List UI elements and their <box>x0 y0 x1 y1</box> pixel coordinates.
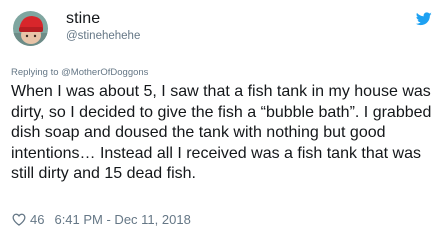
author-handle[interactable]: @stinehehehe <box>66 30 140 42</box>
twitter-bird-icon[interactable] <box>416 12 432 26</box>
avatar[interactable] <box>13 11 48 46</box>
heart-outline-icon[interactable] <box>12 213 26 226</box>
tweet-timestamp[interactable]: 6:41 PM - Dec 11, 2018 <box>54 212 190 227</box>
reply-context[interactable]: Replying to @MotherOfDoggons <box>11 67 148 78</box>
tweet-text: When I was about 5, I saw that a fish ta… <box>11 83 432 182</box>
author-name[interactable]: stine <box>66 10 100 28</box>
avatar-image <box>13 11 48 46</box>
like-count[interactable]: 46 <box>30 212 44 227</box>
tweet-footer: 46 6:41 PM - Dec 11, 2018 <box>12 212 191 227</box>
tweet-card: stine @stinehehehe Replying to @MotherOf… <box>0 0 444 240</box>
